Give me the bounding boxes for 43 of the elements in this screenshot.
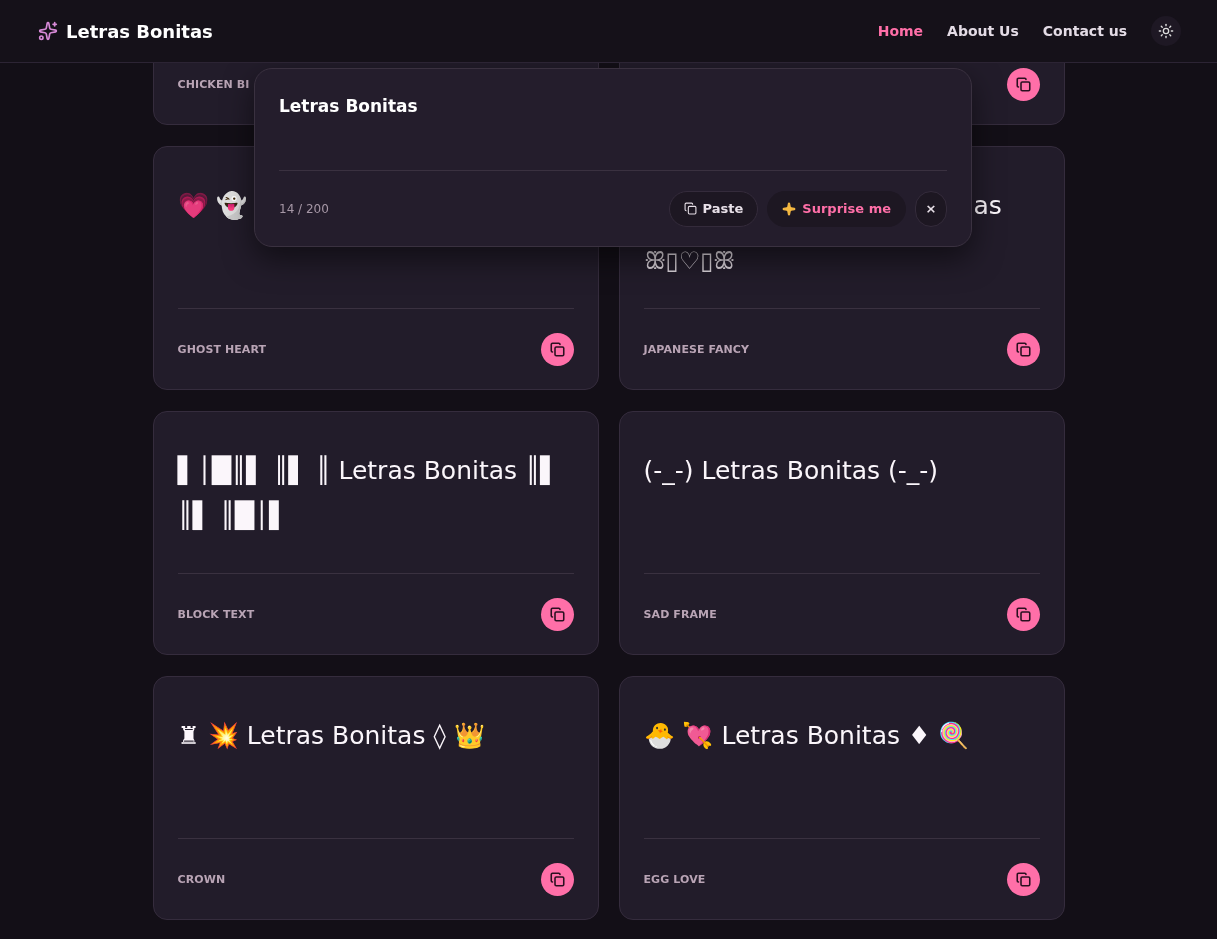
close-button[interactable]: × bbox=[915, 190, 947, 227]
styled-text: 🐣 💘 Letras Bonitas ♦ 🍭 bbox=[643, 720, 970, 752]
styled-text: (-_-) Letras Bonitas (-_-) bbox=[643, 455, 939, 487]
surprise-button[interactable]: Surprise me bbox=[767, 190, 906, 227]
brand-name[interactable]: Letras Bonitas bbox=[66, 20, 213, 42]
styled-text: ꕥ▯♡▯ꕥ bbox=[643, 246, 736, 277]
style-name: EGG LOVE bbox=[643, 872, 706, 886]
copy-icon bbox=[683, 202, 697, 215]
copy-button[interactable] bbox=[1006, 597, 1040, 631]
style-name: CHICKEN BI bbox=[177, 77, 250, 91]
text-editor[interactable]: Letras Bonitas 14 / 200 Paste Surprise me × bbox=[254, 68, 972, 247]
styled-text: ▌│█║▌ ║▌ ║ Letras Bonitas ║▌ ║▌ ║█│▌ bbox=[177, 454, 561, 532]
styled-text: 💗 👻 bbox=[177, 190, 248, 222]
style-name: BLOCK TEXT bbox=[177, 607, 255, 621]
nav-link[interactable]: Contact us bbox=[1042, 23, 1127, 39]
copy-icon bbox=[549, 341, 565, 357]
copy-icon bbox=[549, 871, 565, 887]
copy-button[interactable] bbox=[1006, 67, 1040, 101]
style-name: JAPANESE FANCY bbox=[643, 342, 750, 356]
copy-button[interactable] bbox=[540, 597, 574, 631]
nav-link[interactable]: Home bbox=[877, 23, 924, 39]
copy-icon bbox=[1015, 606, 1031, 622]
theme-toggle-button[interactable] bbox=[1151, 16, 1181, 46]
copy-icon bbox=[1015, 76, 1031, 92]
paste-button[interactable]: Paste bbox=[668, 190, 759, 227]
character-count: 14 / 200 bbox=[279, 201, 329, 216]
copy-button[interactable] bbox=[540, 862, 574, 896]
nav-link[interactable]: About Us bbox=[947, 23, 1019, 39]
style-name: CROWN bbox=[177, 872, 226, 886]
copy-icon bbox=[1015, 341, 1031, 357]
copy-button[interactable] bbox=[540, 332, 574, 366]
copy-button[interactable] bbox=[1006, 332, 1040, 366]
copy-icon bbox=[1015, 871, 1031, 887]
styled-text: ♜ 💥 Letras Bonitas ◊ 👑 bbox=[177, 720, 485, 752]
style-name: SAD FRAME bbox=[643, 607, 717, 621]
sparkle-icon bbox=[38, 21, 58, 41]
sparkle-icon bbox=[782, 201, 797, 216]
copy-button[interactable] bbox=[1006, 862, 1040, 896]
sun-icon bbox=[1158, 23, 1174, 39]
copy-icon bbox=[549, 606, 565, 622]
style-name: GHOST HEART bbox=[177, 342, 267, 356]
text-input[interactable]: Letras Bonitas bbox=[279, 69, 947, 171]
styled-text: as bbox=[973, 190, 1002, 222]
